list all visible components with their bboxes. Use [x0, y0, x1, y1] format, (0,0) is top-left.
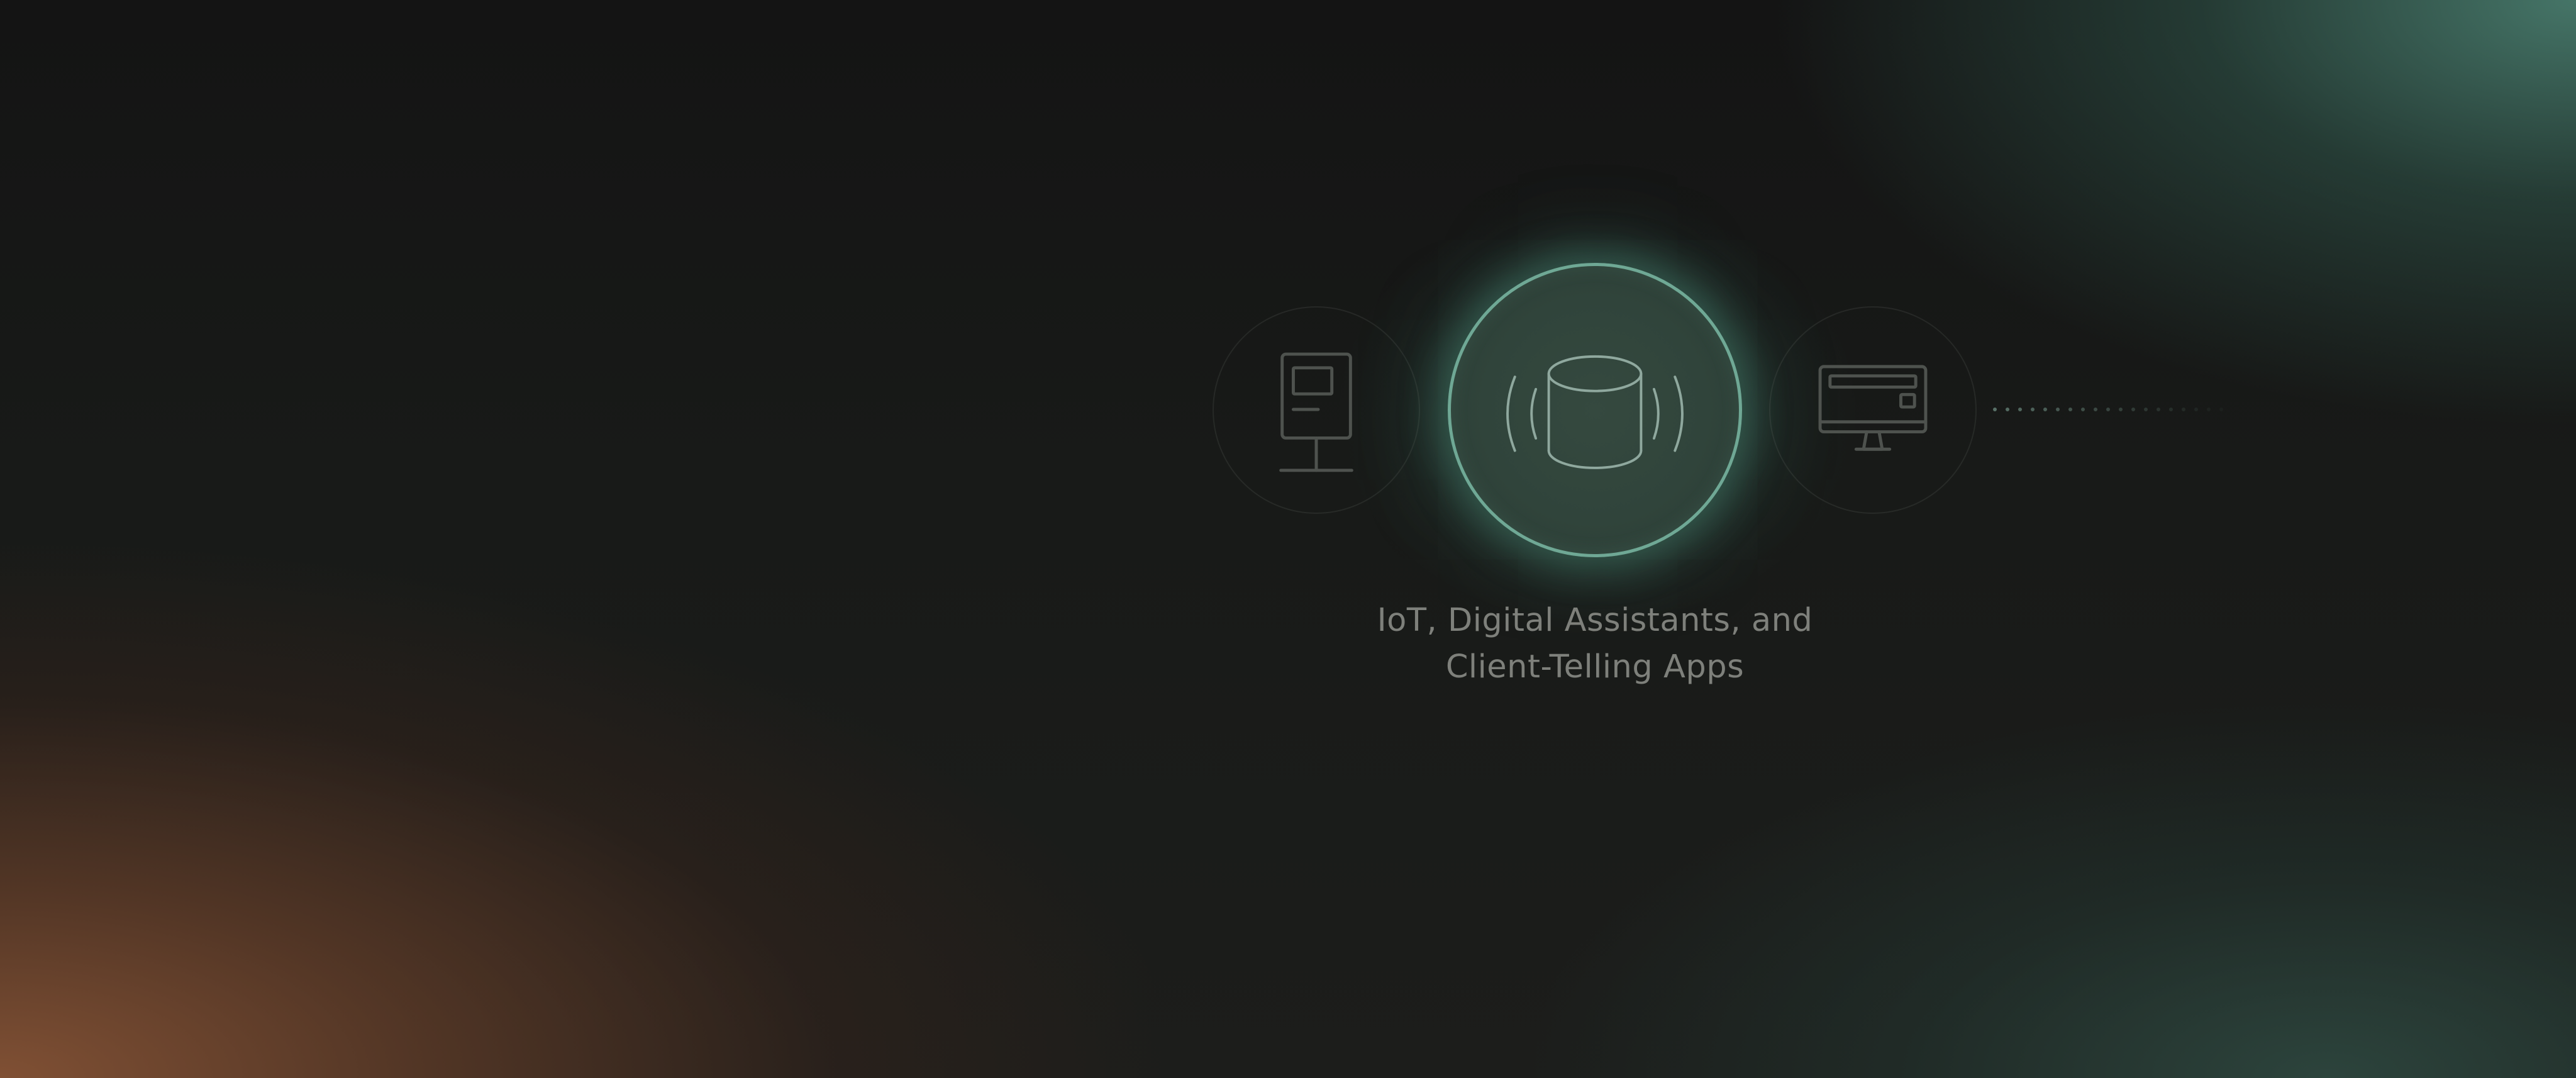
- smart-speaker-node[interactable]: [1448, 263, 1742, 557]
- caption-line-2: Client-Telling Apps: [1445, 648, 1745, 686]
- kiosk-node[interactable]: [1213, 306, 1420, 514]
- caption-line-1: IoT, Digital Assistants, and: [1377, 602, 1813, 639]
- smart-speaker-icon: [1506, 355, 1684, 469]
- desktop-node[interactable]: [1769, 306, 1977, 514]
- gradient-background: [0, 0, 2576, 1078]
- active-node-caption: IoT, Digital Assistants, and Client-Tell…: [1280, 597, 1909, 691]
- connector-dots: [1993, 408, 2223, 411]
- kiosk-icon: [1279, 352, 1353, 472]
- desktop-monitor-icon: [1818, 365, 1928, 451]
